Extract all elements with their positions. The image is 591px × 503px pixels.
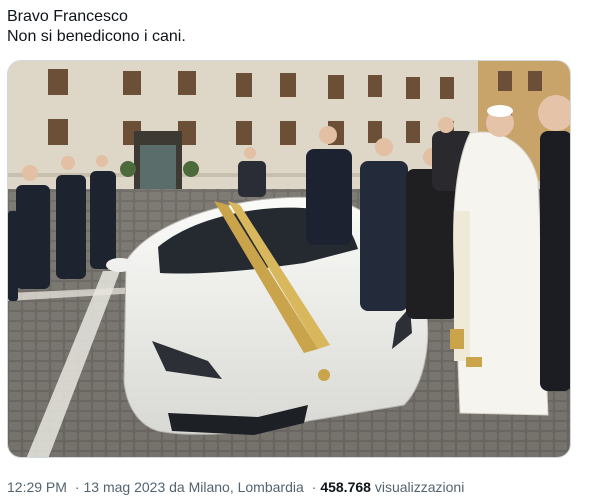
tweet-text: Bravo Francesco Non si benedicono i cani… — [7, 8, 186, 45]
tweet-date[interactable]: 13 mag 2023 — [84, 479, 166, 495]
views-count[interactable]: 458.768 — [320, 479, 371, 495]
views-label: visualizzazioni — [374, 479, 465, 495]
separator: · — [311, 479, 317, 495]
separator: · — [74, 479, 80, 495]
tweet: Bravo Francesco Non si benedicono i cani… — [0, 0, 591, 503]
tweet-metadata: 12:29 PM · 13 mag 2023 da Milano, Lombard… — [7, 478, 464, 496]
person-far-right — [538, 95, 570, 391]
tweet-location: da Milano, Lombardia — [169, 479, 304, 495]
tweet-time[interactable]: 12:29 PM — [7, 479, 67, 495]
tweet-photo[interactable] — [7, 60, 571, 458]
